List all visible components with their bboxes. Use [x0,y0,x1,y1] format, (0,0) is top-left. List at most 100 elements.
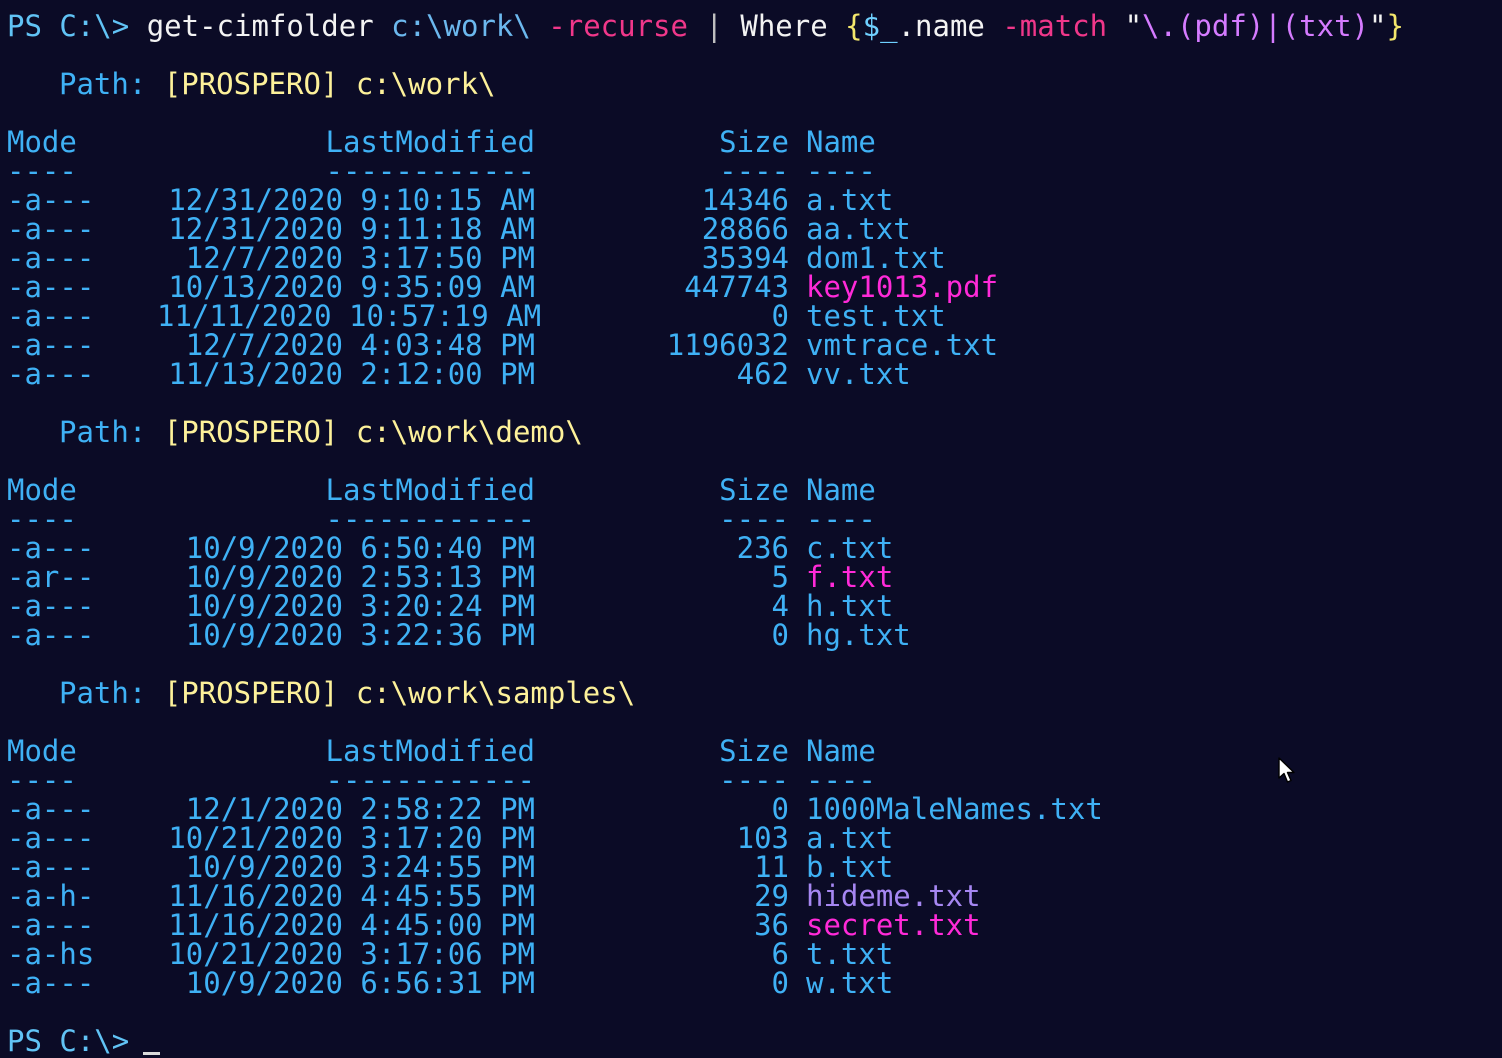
cell-file-name: test.txt [806,299,946,333]
cell-file-name: aa.txt [806,212,911,246]
rule-mode: ---- [7,502,77,536]
cell-mode: -a--- [7,270,95,304]
cell-mode: -a--- [7,183,95,217]
header-name: Name [806,734,876,768]
cell-size: 6 [771,937,789,971]
cell-last-modified: 12/7/2020 3:17:50 PM [185,241,535,275]
table-header: Mode LastModified Size Name [7,128,1497,157]
rule-size: ---- [719,154,789,188]
cell-last-modified: 12/31/2020 9:11:18 AM [168,212,535,246]
cell-mode: -a--- [7,908,95,942]
header-size: Size [719,734,789,768]
table-row: -a--- 12/31/2020 9:11:18 AM 28866 aa.txt [7,215,1497,244]
path-argument: c:\work\ [391,9,531,43]
path-value: [PROSPERO] c:\work\samples\ [163,676,636,710]
cell-size: 14346 [701,183,789,217]
table-header-rule: ---- ------------ ---- ---- [7,766,1497,795]
cell-size: 11 [754,850,789,884]
table-row: -a--- 10/9/2020 3:20:24 PM 4 h.txt [7,592,1497,621]
cell-last-modified: 11/16/2020 4:45:55 PM [168,879,535,913]
cell-file-name: key1013.pdf [806,270,999,304]
cell-file-name: dom1.txt [806,241,946,275]
cell-size: 236 [736,531,789,565]
rule-mode: ---- [7,154,77,188]
cell-file-name: secret.txt [806,908,981,942]
path-header: Path: [PROSPERO] c:\work\samples\ [7,679,1497,708]
table-row: -a--- 12/31/2020 9:10:15 AM 14346 a.txt [7,186,1497,215]
recurse-parameter: -recurse [548,9,688,43]
cell-size: 36 [754,908,789,942]
rule-name: ---- [806,502,876,536]
cell-file-name: b.txt [806,850,894,884]
path-value: [PROSPERO] c:\work\demo\ [163,415,583,449]
cell-last-modified: 10/9/2020 3:22:36 PM [185,618,535,652]
cell-size: 28866 [701,212,789,246]
cell-last-modified: 11/11/2020 10:57:19 AM [157,299,542,333]
cell-size: 29 [754,879,789,913]
table-row: -a--- 10/21/2020 3:17:20 PM 103 a.txt [7,824,1497,853]
header-mode: Mode [7,734,77,768]
cell-file-name: h.txt [806,589,894,623]
cell-last-modified: 10/9/2020 6:56:31 PM [185,966,535,1000]
cell-mode: -a--- [7,241,95,275]
mouse-pointer-icon [1278,757,1295,783]
final-prompt-line[interactable]: PS C:\> [7,1027,1497,1056]
command-line: PS C:\> get-cimfolder c:\work\ -recurse … [7,12,1497,41]
path-header: Path: [PROSPERO] c:\work\demo\ [7,418,1497,447]
quote-open: " [1124,9,1143,43]
cell-mode: -a--- [7,618,95,652]
table-header: Mode LastModified Size Name [7,476,1497,505]
rule-size: ---- [719,502,789,536]
cell-mode: -a--- [7,850,95,884]
table-header: Mode LastModified Size Name [7,737,1497,766]
table-row: -a--- 11/13/2020 2:12:00 PM 462 vv.txt [7,360,1497,389]
cell-size: 35394 [701,241,789,275]
prompt: PS C:\> [7,1024,130,1058]
cell-file-name: a.txt [806,183,894,217]
table-row: -ar-- 10/9/2020 2:53:13 PM 5 f.txt [7,563,1497,592]
cell-size: 5 [771,560,789,594]
table-header-rule: ---- ------------ ---- ---- [7,157,1497,186]
cell-last-modified: 12/1/2020 2:58:22 PM [185,792,535,826]
path-value: [PROSPERO] c:\work\ [163,67,496,101]
table-row: -a--- 11/16/2020 4:45:00 PM 36 secret.txt [7,911,1497,940]
header-size: Size [719,125,789,159]
header-mode: Mode [7,473,77,507]
rule-last-modified: ------------ [325,502,535,536]
cell-file-name: c.txt [806,531,894,565]
path-label: Path: [59,67,147,101]
header-name: Name [806,473,876,507]
cell-mode: -a--- [7,212,95,246]
cell-size: 4 [771,589,789,623]
pipeline-variable: $_ [862,9,898,43]
text-cursor-icon [143,1052,161,1055]
open-brace: { [845,9,863,43]
table-row: -a--- 10/9/2020 6:56:31 PM 0 w.txt [7,969,1497,998]
match-operator: -match [1002,9,1108,43]
cell-last-modified: 12/31/2020 9:10:15 AM [168,183,535,217]
cell-last-modified: 10/9/2020 2:53:13 PM [185,560,535,594]
terminal-output[interactable]: PS C:\> get-cimfolder c:\work\ -recurse … [7,12,1497,1056]
cell-mode: -a--- [7,966,95,1000]
where-cmdlet: Where [740,9,828,43]
table-row: -a-hs 10/21/2020 3:17:06 PM 6 t.txt [7,940,1497,969]
cell-size: 103 [736,821,789,855]
prompt: PS C:\> [7,9,130,43]
cell-file-name: vv.txt [806,357,911,391]
cell-file-name: hideme.txt [806,879,981,913]
cell-last-modified: 10/21/2020 3:17:06 PM [168,937,535,971]
regex-string: \.(pdf)|(txt) [1142,9,1370,43]
cell-last-modified: 10/13/2020 9:35:09 AM [168,270,535,304]
cell-last-modified: 11/16/2020 4:45:00 PM [168,908,535,942]
cell-file-name: t.txt [806,937,894,971]
cell-size: 462 [736,357,789,391]
cell-size: 0 [771,299,789,333]
cell-mode: -a--- [7,357,95,391]
cell-size: 0 [771,792,789,826]
quote-close: " [1369,9,1387,43]
rule-last-modified: ------------ [325,763,535,797]
table-row: -a--- 12/7/2020 3:17:50 PM 35394 dom1.txt [7,244,1497,273]
table-row: -a-h- 11/16/2020 4:45:55 PM 29 hideme.txt [7,882,1497,911]
header-last-modified: LastModified [325,473,535,507]
rule-size: ---- [719,763,789,797]
